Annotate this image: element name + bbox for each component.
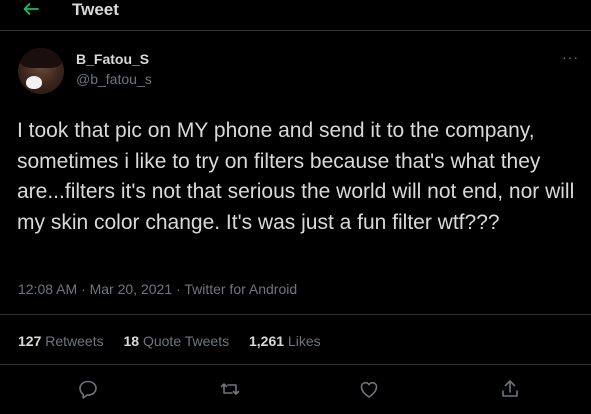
retweets-count: 127 xyxy=(18,333,42,349)
tweet-source[interactable]: Twitter for Android xyxy=(184,281,297,297)
user-handle[interactable]: @b_fatou_s xyxy=(76,70,152,88)
meta-separator: · xyxy=(172,281,185,297)
quote-tweets-stat[interactable]: 18 Quote Tweets xyxy=(124,333,230,349)
tweet-stats: 127 Retweets 18 Quote Tweets 1,261 Likes xyxy=(18,332,337,350)
retweets-label: Retweets xyxy=(41,333,104,349)
header-divider xyxy=(0,30,591,31)
retweet-icon[interactable] xyxy=(219,378,241,400)
share-icon[interactable] xyxy=(499,378,521,400)
tweet-text: I took that pic on MY phone and send it … xyxy=(17,119,575,234)
top-bar: Tweet xyxy=(0,0,591,26)
like-icon[interactable] xyxy=(358,378,380,400)
reply-icon[interactable] xyxy=(77,378,99,400)
avatar[interactable] xyxy=(18,48,64,94)
stats-top-divider xyxy=(0,314,591,315)
quote-tweets-label: Quote Tweets xyxy=(139,333,230,349)
display-name[interactable]: B_Fatou_S xyxy=(76,50,149,68)
stats-bottom-divider xyxy=(0,364,591,365)
tweet-date[interactable]: Mar 20, 2021 xyxy=(90,281,173,297)
tweet-metadata: 12:08 AM · Mar 20, 2021 · Twitter for An… xyxy=(18,280,297,298)
likes-label: Likes xyxy=(284,333,321,349)
likes-count: 1,261 xyxy=(248,333,285,349)
back-arrow-icon[interactable] xyxy=(20,0,40,20)
tweet-time[interactable]: 12:08 AM xyxy=(18,281,77,297)
page-title: Tweet xyxy=(72,0,119,19)
more-options-icon[interactable]: ··· xyxy=(562,50,579,64)
quote-tweets-count: 18 xyxy=(123,333,140,349)
likes-stat[interactable]: 1,261 Likes xyxy=(249,333,321,349)
retweets-stat[interactable]: 127 Retweets xyxy=(18,333,104,349)
meta-separator: · xyxy=(77,281,90,297)
